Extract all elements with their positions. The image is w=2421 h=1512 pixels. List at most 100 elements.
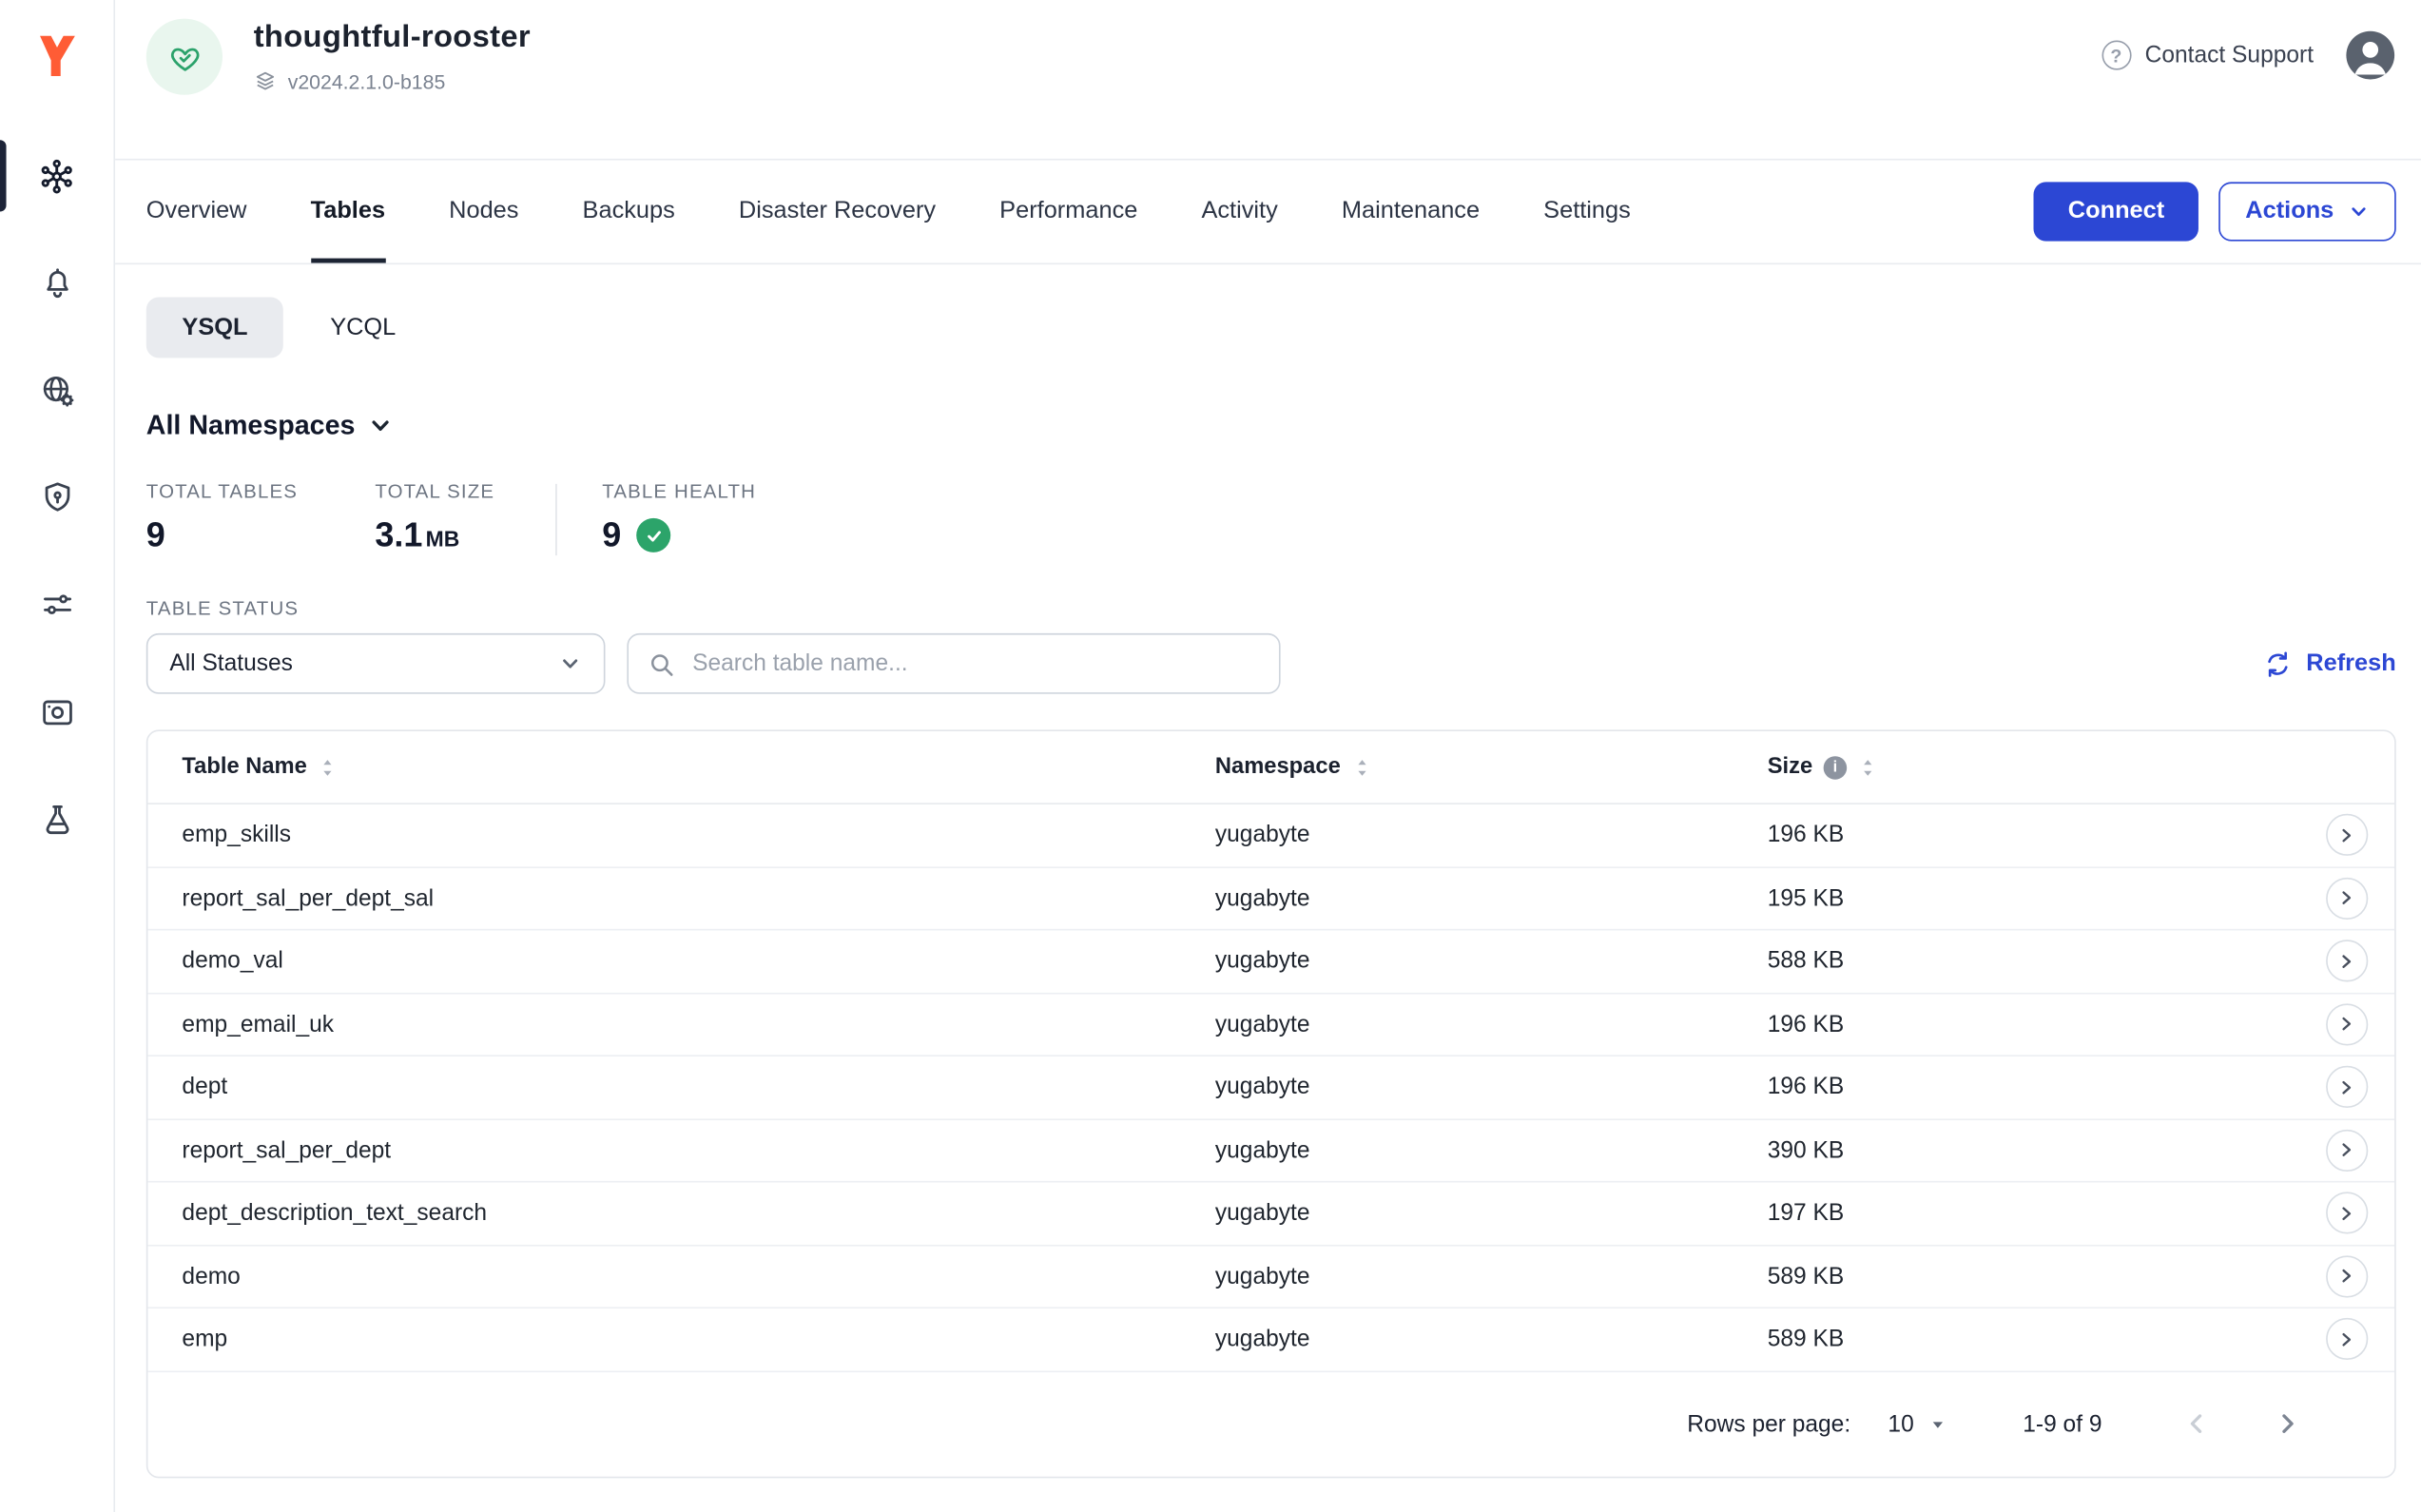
sidebar-item-network[interactable] bbox=[0, 352, 113, 430]
filter-row: All Statuses bbox=[146, 633, 2396, 694]
question-circle-icon: ? bbox=[2101, 41, 2131, 70]
table-row[interactable]: dept_description_text_search yugabyte 19… bbox=[147, 1183, 2394, 1246]
stat-total-size: TOTAL SIZE 3.1MB bbox=[375, 481, 555, 556]
shield-lock-icon bbox=[38, 479, 75, 516]
cell-size: 196 KB bbox=[1768, 1011, 2298, 1037]
tab-backups[interactable]: Backups bbox=[583, 161, 675, 263]
row-expand-button[interactable] bbox=[2325, 1192, 2367, 1234]
cell-namespace: yugabyte bbox=[1215, 822, 1768, 848]
sidebar-item-integrations[interactable] bbox=[0, 567, 113, 645]
contact-support-link[interactable]: ? Contact Support bbox=[2101, 41, 2314, 70]
row-expand-button[interactable] bbox=[2325, 940, 2367, 982]
sidebar-item-monitoring[interactable] bbox=[0, 673, 113, 751]
sort-icon[interactable] bbox=[318, 757, 338, 777]
refresh-button[interactable]: Refresh bbox=[2264, 649, 2396, 677]
chevron-down-icon bbox=[558, 652, 582, 676]
chevron-down-icon bbox=[2348, 201, 2370, 223]
stat-table-health: TABLE HEALTH 9 bbox=[602, 481, 756, 556]
table-row[interactable]: dept yugabyte 196 KB bbox=[147, 1056, 2394, 1119]
stat-label: TABLE HEALTH bbox=[602, 481, 756, 503]
column-size[interactable]: Size i bbox=[1768, 755, 2298, 780]
tab-disaster-recovery[interactable]: Disaster Recovery bbox=[739, 161, 936, 263]
table-status-label: TABLE STATUS bbox=[146, 597, 2396, 619]
table-row[interactable]: report_sal_per_dept_sal yugabyte 195 KB bbox=[147, 867, 2394, 930]
tab-performance[interactable]: Performance bbox=[999, 161, 1137, 263]
cell-size: 589 KB bbox=[1768, 1263, 2298, 1289]
search-input[interactable] bbox=[689, 649, 1260, 678]
cell-table-name: emp bbox=[182, 1326, 1214, 1352]
sidebar-item-clusters[interactable] bbox=[0, 137, 113, 215]
cell-namespace: yugabyte bbox=[1215, 1137, 1768, 1164]
sort-icon[interactable] bbox=[1351, 757, 1371, 777]
table-row[interactable]: emp yugabyte 589 KB bbox=[147, 1308, 2394, 1371]
chevron-right-icon bbox=[2337, 1330, 2356, 1349]
row-expand-button[interactable] bbox=[2325, 1129, 2367, 1171]
cell-table-name: dept bbox=[182, 1074, 1214, 1100]
bell-icon bbox=[38, 264, 75, 301]
row-expand-button[interactable] bbox=[2325, 1318, 2367, 1360]
stat-label: TOTAL SIZE bbox=[375, 481, 555, 503]
user-avatar[interactable] bbox=[2345, 29, 2396, 81]
tab-settings[interactable]: Settings bbox=[1543, 161, 1631, 263]
api-toggle: YSQL YCQL bbox=[146, 298, 2396, 359]
table-row[interactable]: emp_email_uk yugabyte 196 KB bbox=[147, 994, 2394, 1056]
rows-per-page-value: 10 bbox=[1888, 1410, 1913, 1437]
stat-value: 3.1MB bbox=[375, 515, 555, 556]
row-expand-button[interactable] bbox=[2325, 814, 2367, 856]
table-row[interactable]: report_sal_per_dept yugabyte 390 KB bbox=[147, 1119, 2394, 1182]
divider bbox=[555, 484, 557, 555]
sidebar-item-security[interactable] bbox=[0, 459, 113, 537]
table-row[interactable]: emp_skills yugabyte 196 KB bbox=[147, 804, 2394, 867]
tab-maintenance[interactable]: Maintenance bbox=[1342, 161, 1480, 263]
tab-overview[interactable]: Overview bbox=[146, 161, 247, 263]
cell-namespace: yugabyte bbox=[1215, 1074, 1768, 1100]
row-expand-button[interactable] bbox=[2325, 1003, 2367, 1045]
namespace-filter[interactable]: All Namespaces bbox=[146, 409, 395, 441]
column-table-name[interactable]: Table Name bbox=[182, 755, 1214, 780]
table-row[interactable]: demo_val yugabyte 588 KB bbox=[147, 930, 2394, 993]
status-select-value: All Statuses bbox=[169, 650, 293, 677]
status-select[interactable]: All Statuses bbox=[146, 633, 606, 694]
cell-namespace: yugabyte bbox=[1215, 1011, 1768, 1037]
connect-button[interactable]: Connect bbox=[2034, 182, 2198, 241]
cell-table-name: report_sal_per_dept_sal bbox=[182, 885, 1214, 912]
yugabyte-logo[interactable] bbox=[36, 22, 77, 90]
pagination-range: 1-9 of 9 bbox=[2023, 1410, 2101, 1437]
row-expand-button[interactable] bbox=[2325, 1066, 2367, 1108]
tab-ysql[interactable]: YSQL bbox=[146, 298, 283, 359]
stats-row: TOTAL TABLES 9 TOTAL SIZE 3.1MB TABLE HE… bbox=[146, 481, 2396, 556]
size-unit: MB bbox=[426, 526, 460, 551]
chevron-down-icon bbox=[368, 413, 395, 439]
sort-icon[interactable] bbox=[1858, 757, 1878, 777]
tab-activity[interactable]: Activity bbox=[1201, 161, 1277, 263]
cell-table-name: emp_email_uk bbox=[182, 1011, 1214, 1037]
tab-ycql[interactable]: YCQL bbox=[295, 298, 432, 359]
info-icon[interactable]: i bbox=[1824, 755, 1848, 779]
active-indicator bbox=[0, 140, 7, 211]
layers-icon bbox=[254, 70, 278, 94]
tables-card: Table Name Namespace Size i bbox=[146, 729, 2396, 1477]
chevron-right-icon bbox=[2337, 1204, 2356, 1223]
actions-button[interactable]: Actions bbox=[2218, 182, 2395, 241]
sidebar-item-labs[interactable] bbox=[0, 781, 113, 859]
chevron-right-icon bbox=[2337, 1077, 2356, 1096]
cell-table-name: dept_description_text_search bbox=[182, 1200, 1214, 1227]
cell-namespace: yugabyte bbox=[1215, 1263, 1768, 1289]
row-expand-button[interactable] bbox=[2325, 877, 2367, 919]
row-expand-button[interactable] bbox=[2325, 1255, 2367, 1297]
tab-tables[interactable]: Tables bbox=[311, 161, 385, 263]
health-number: 9 bbox=[602, 515, 621, 556]
rows-per-page-select[interactable]: 10 bbox=[1888, 1410, 1946, 1437]
cell-size: 195 KB bbox=[1768, 885, 2298, 912]
search-icon bbox=[648, 649, 675, 677]
previous-page-button[interactable] bbox=[2179, 1406, 2214, 1441]
column-namespace[interactable]: Namespace bbox=[1215, 755, 1768, 780]
sidebar-item-alerts[interactable] bbox=[0, 244, 113, 322]
page-title: thoughtful-rooster bbox=[254, 20, 531, 56]
cell-table-name: demo_val bbox=[182, 948, 1214, 975]
stat-value: 9 bbox=[146, 515, 376, 556]
tab-nodes[interactable]: Nodes bbox=[449, 161, 518, 263]
table-row[interactable]: demo yugabyte 589 KB bbox=[147, 1246, 2394, 1308]
next-page-button[interactable] bbox=[2270, 1406, 2304, 1441]
column-label: Size bbox=[1768, 755, 1812, 780]
